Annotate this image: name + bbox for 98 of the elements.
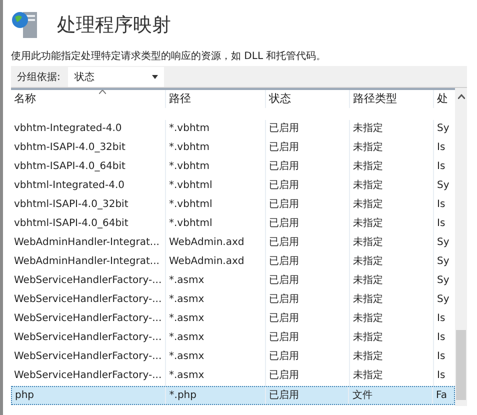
table-cell: 已启用 bbox=[266, 158, 350, 177]
table-cell-text: Is bbox=[436, 350, 446, 364]
scrollbar[interactable] bbox=[455, 88, 467, 406]
description-text: 使用此功能指定处理特定请求类型的响应的资源，如 DLL 和托管代码。 bbox=[11, 50, 328, 64]
table-cell: WebServiceHandlerFactory-... bbox=[11, 329, 166, 348]
table-cell: 文件 bbox=[349, 387, 434, 404]
table-cell: 未指定 bbox=[350, 177, 434, 196]
table-cell: 已启用 bbox=[266, 120, 350, 139]
table-cell: WebServiceHandlerFactory-... bbox=[11, 348, 166, 367]
table-row[interactable]: vbhtm-ISAPI-4.0_32bit *.vbhtm 已启用 未指定 Is bbox=[11, 139, 455, 158]
table-row[interactable]: vbhtm-ISAPI-4.0_64bit *.vbhtm 已启用 未指定 Is bbox=[11, 158, 455, 177]
table-row[interactable]: WebAdminHandler-Integrat... WebAdmin.axd 已启用 未指定 Sy bbox=[11, 253, 455, 272]
table-cell: 已启用 bbox=[266, 272, 350, 291]
server-globe-icon bbox=[11, 10, 39, 40]
table-cell: WebServiceHandlerFactory-... bbox=[11, 272, 166, 291]
table-row[interactable]: vbhtml-Integrated-4.0 *.vbhtml 已启用 未指定 Sy bbox=[11, 177, 455, 196]
table-cell: vbhtm-ISAPI-4.0_64bit bbox=[11, 158, 166, 177]
table-cell-text: Is bbox=[436, 369, 446, 383]
table-cell: *.vbhtml bbox=[166, 215, 266, 234]
table-cell: *.php bbox=[166, 387, 266, 404]
table-row[interactable]: vbhtml-ISAPI-4.0_64bit *.vbhtml 已启用 未指定 Is bbox=[11, 215, 455, 234]
table-cell: 已启用 bbox=[266, 348, 350, 367]
table-cell: 未指定 bbox=[350, 139, 434, 158]
table-cell: *.vbhtm bbox=[166, 158, 266, 177]
table-cell: 已启用 bbox=[266, 177, 350, 196]
table-row[interactable]: php *.php 已启用 文件 Fa bbox=[11, 386, 455, 405]
table-cell: 未指定 bbox=[350, 215, 434, 234]
table-cell: *.asmx bbox=[166, 310, 266, 329]
table-cell: *.asmx bbox=[166, 272, 266, 291]
table-cell: vbhtml-ISAPI-4.0_64bit bbox=[11, 215, 166, 234]
table-cell: 已启用 bbox=[266, 291, 350, 310]
table-row[interactable]: WebAdminHandler-Integrat... WebAdmin.axd 已启用 未指定 Sy bbox=[11, 234, 455, 253]
table-cell-text: Sy bbox=[436, 122, 450, 136]
group-by-label: 分组依据: bbox=[17, 70, 60, 84]
table-cell-text: Is bbox=[436, 331, 446, 345]
table-cell-text: Sy bbox=[436, 179, 450, 193]
table-cell-text: Is bbox=[436, 217, 446, 231]
table-cell: 未指定 bbox=[350, 158, 434, 177]
table-cell: 未指定 bbox=[350, 291, 434, 310]
table-cell: 未指定 bbox=[350, 310, 434, 329]
table-cell: *.vbhtml bbox=[166, 177, 266, 196]
column-header[interactable]: 路径 bbox=[166, 90, 266, 108]
table-cell: 已启用 bbox=[266, 329, 350, 348]
table-cell: 已启用 bbox=[266, 196, 350, 215]
table-row[interactable]: WebServiceHandlerFactory-... *.asmx 已启用 未指定 Is bbox=[11, 329, 455, 348]
table-row[interactable]: vbhtml-ISAPI-4.0_32bit *.vbhtml 已启用 未指定 Is bbox=[11, 196, 455, 215]
table-row[interactable]: WebServiceHandlerFactory-... *.asmx 已启用 未指定 Sy bbox=[11, 272, 455, 291]
table-cell: WebAdmin.axd bbox=[166, 253, 266, 272]
column-header[interactable]: 状态 bbox=[266, 90, 350, 108]
table-cell: 未指定 bbox=[350, 120, 434, 139]
table-cell: WebAdminHandler-Integrat... bbox=[11, 253, 166, 272]
table-cell: *.vbhtm bbox=[166, 120, 266, 139]
table-cell: WebAdmin.axd bbox=[166, 234, 266, 253]
table-cell: php bbox=[12, 387, 166, 404]
table-cell: vbhtml-ISAPI-4.0_32bit bbox=[11, 196, 166, 215]
table-row[interactable]: vbhtm-Integrated-4.0 *.vbhtm 已启用 未指定 Sy bbox=[11, 120, 455, 139]
table-cell: 已启用 bbox=[266, 310, 350, 329]
table-row[interactable]: WebServiceHandlerFactory-... *.asmx 已启用 未指定 Sy bbox=[11, 291, 455, 310]
table-cell: *.asmx bbox=[166, 348, 266, 367]
table-cell: *.vbhtml bbox=[166, 196, 266, 215]
table-row[interactable]: WebServiceHandlerFactory-... *.asmx 已启用 未指定 Is bbox=[11, 310, 455, 329]
table-cell: 已启用 bbox=[266, 234, 350, 253]
table-cell: *.vbhtm bbox=[166, 139, 266, 158]
table-cell: WebAdminHandler-Integrat... bbox=[11, 234, 166, 253]
table-cell: 未指定 bbox=[350, 272, 434, 291]
table-cell: 已启用 bbox=[266, 215, 350, 234]
table-cell: 未指定 bbox=[350, 348, 434, 367]
scrollbar-thumb[interactable] bbox=[456, 330, 466, 400]
column-header[interactable]: 路径类型 bbox=[350, 90, 434, 108]
table-cell-text: Sy bbox=[436, 255, 450, 269]
table-cell-text: Is bbox=[436, 160, 446, 174]
table-cell: 已启用 bbox=[266, 387, 350, 404]
table-cell: vbhtm-Integrated-4.0 bbox=[11, 120, 166, 139]
table-cell-text: Fa bbox=[435, 389, 448, 403]
table-cell: 未指定 bbox=[350, 329, 434, 348]
table-cell: *.asmx bbox=[166, 291, 266, 310]
table-cell: WebServiceHandlerFactory-... bbox=[11, 291, 166, 310]
table-cell-text: Is bbox=[436, 141, 446, 155]
table-cell: 已启用 bbox=[266, 139, 350, 158]
table-cell-text: Is bbox=[436, 312, 446, 326]
page-title: 处理程序映射 bbox=[57, 13, 171, 38]
table-cell-text: Sy bbox=[436, 274, 450, 288]
table-cell: *.asmx bbox=[166, 329, 266, 348]
table-cell: 已启用 bbox=[266, 253, 350, 272]
table-cell: vbhtm-ISAPI-4.0_32bit bbox=[11, 139, 166, 158]
table-cell-text: Sy bbox=[436, 236, 450, 250]
table-cell: 未指定 bbox=[350, 253, 434, 272]
dropdown-caret-icon[interactable] bbox=[152, 74, 158, 78]
column-header[interactable]: 处 bbox=[434, 90, 455, 108]
column-header[interactable]: 名称 bbox=[11, 90, 166, 108]
table-cell: WebServiceHandlerFactory-... bbox=[11, 310, 166, 329]
table-cell-text: Sy bbox=[436, 293, 450, 307]
table-row[interactable]: WebServiceHandlerFactory-... *.asmx 已启用 未指定 Is bbox=[11, 348, 455, 367]
table-cell-text: Is bbox=[436, 198, 446, 212]
table-cell: 未指定 bbox=[350, 196, 434, 215]
table-cell: 未指定 bbox=[350, 234, 434, 253]
group-by-dropdown[interactable]: 状态 bbox=[68, 66, 164, 86]
table-cell: vbhtml-Integrated-4.0 bbox=[11, 177, 166, 196]
